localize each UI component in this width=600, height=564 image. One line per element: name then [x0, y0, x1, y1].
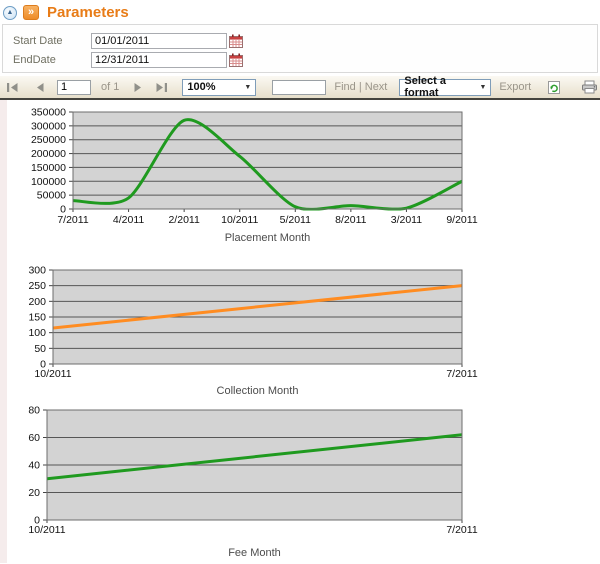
svg-text:200: 200: [28, 296, 46, 308]
svg-text:Placement Month: Placement Month: [225, 232, 311, 244]
svg-text:20: 20: [28, 487, 40, 499]
refresh-icon[interactable]: [547, 80, 561, 95]
svg-text:300: 300: [28, 265, 46, 277]
svg-text:200000: 200000: [31, 148, 66, 160]
zoom-value: 100%: [187, 81, 215, 93]
up-arrow-icon: ▲: [7, 9, 14, 16]
svg-text:50: 50: [34, 343, 46, 355]
svg-text:40: 40: [28, 460, 40, 472]
fee-month-chart: 02040608010/20117/2011Fee Month: [0, 402, 600, 562]
svg-text:7/2011: 7/2011: [446, 524, 477, 536]
svg-text:80: 80: [28, 405, 40, 417]
svg-text:3/2011: 3/2011: [391, 214, 422, 226]
start-date-row: Start Date: [3, 31, 597, 50]
svg-text:9/2011: 9/2011: [446, 214, 477, 226]
find-next-separator: |: [359, 81, 362, 93]
fee-month-chart-svg: 02040608010/20117/2011Fee Month: [0, 402, 500, 562]
collection-month-chart: 05010015020025030010/20117/2011Collectio…: [0, 258, 600, 398]
search-input[interactable]: [272, 80, 326, 95]
end-date-input[interactable]: [91, 52, 227, 68]
print-icon[interactable]: [581, 80, 598, 94]
report-body: 0500001000001500002000002500003000003500…: [0, 100, 600, 563]
svg-text:150: 150: [28, 312, 46, 324]
svg-text:300000: 300000: [31, 120, 66, 132]
end-date-row: EndDate: [3, 50, 597, 69]
svg-text:10/2011: 10/2011: [28, 524, 65, 536]
page-number-input[interactable]: [57, 80, 91, 95]
previous-page-icon[interactable]: [35, 82, 45, 93]
page-count-label: of 1: [101, 81, 119, 93]
svg-text:60: 60: [28, 432, 40, 444]
end-date-label: EndDate: [13, 54, 91, 66]
report-toolbar: of 1 100% ▼ Find | Next Select a format …: [0, 76, 600, 100]
next-page-icon[interactable]: [133, 82, 143, 93]
svg-text:100: 100: [28, 327, 46, 339]
find-next-group: Find | Next: [334, 81, 387, 93]
svg-text:100000: 100000: [31, 176, 66, 188]
next-link[interactable]: Next: [365, 81, 388, 93]
chevron-down-icon: ▼: [479, 84, 486, 91]
svg-text:2/2011: 2/2011: [168, 214, 199, 226]
calendar-icon[interactable]: [229, 34, 243, 48]
svg-text:350000: 350000: [31, 107, 66, 119]
export-format-select[interactable]: Select a format ▼: [399, 79, 491, 96]
svg-text:150000: 150000: [31, 162, 66, 174]
chevron-down-icon: ▼: [244, 84, 251, 91]
svg-text:Collection Month: Collection Month: [217, 385, 299, 397]
parameters-panel: Start Date EndDate: [2, 24, 598, 73]
svg-text:5/2011: 5/2011: [280, 214, 311, 226]
collapse-parameters-button[interactable]: ▲: [3, 6, 17, 20]
svg-text:7/2011: 7/2011: [57, 214, 88, 226]
page-title: Parameters: [47, 4, 129, 21]
svg-text:Fee Month: Fee Month: [228, 547, 281, 559]
export-format-value: Select a format: [404, 75, 475, 99]
svg-text:50000: 50000: [37, 190, 66, 202]
report-viewer: ▲ » Parameters Start Date EndDate: [0, 0, 600, 564]
svg-text:8/2011: 8/2011: [335, 214, 366, 226]
first-page-icon[interactable]: [6, 82, 19, 93]
placement-month-chart-svg: 0500001000001500002000002500003000003500…: [0, 104, 500, 244]
svg-text:7/2011: 7/2011: [446, 368, 477, 380]
calendar-icon[interactable]: [229, 53, 243, 67]
start-date-label: Start Date: [13, 35, 91, 47]
zoom-select[interactable]: 100% ▼: [182, 79, 256, 96]
chevrons-icon[interactable]: »: [23, 5, 39, 20]
start-date-input[interactable]: [91, 33, 227, 49]
svg-text:250000: 250000: [31, 134, 66, 146]
svg-text:10/2011: 10/2011: [34, 368, 71, 380]
find-link[interactable]: Find: [334, 81, 355, 93]
parameters-header: ▲ » Parameters: [0, 0, 600, 24]
svg-text:4/2011: 4/2011: [113, 214, 144, 226]
collection-month-chart-svg: 05010015020025030010/20117/2011Collectio…: [0, 258, 500, 398]
svg-text:10/2011: 10/2011: [221, 214, 258, 226]
last-page-icon[interactable]: [155, 82, 168, 93]
svg-text:250: 250: [28, 280, 46, 292]
placement-month-chart: 0500001000001500002000002500003000003500…: [0, 104, 600, 244]
export-link[interactable]: Export: [499, 81, 531, 93]
